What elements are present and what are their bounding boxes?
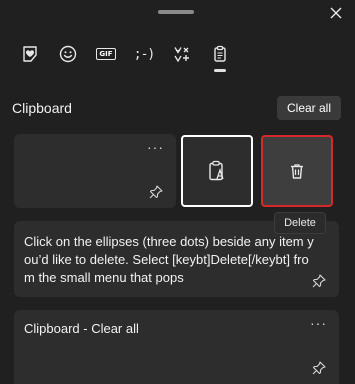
clipboard-item[interactable]: Clipboard - Clear all ···	[14, 310, 339, 384]
more-options-button[interactable]: ···	[147, 140, 164, 154]
heart-sticker-icon	[23, 46, 37, 62]
pin-icon	[312, 361, 326, 375]
clipboard-item[interactable]: ···	[14, 134, 176, 208]
more-options-button[interactable]: ···	[310, 316, 327, 330]
tab-clipboard[interactable]	[204, 40, 236, 72]
tab-bar: GIF ;-)	[14, 40, 236, 72]
smiley-icon	[59, 45, 77, 63]
tab-symbols[interactable]	[166, 40, 198, 68]
drag-handle[interactable]	[158, 10, 194, 14]
tab-emoji[interactable]	[52, 40, 84, 68]
pin-button[interactable]	[311, 360, 327, 376]
delete-button[interactable]	[261, 135, 333, 207]
clipboard-item-text: Clipboard - Clear all	[24, 321, 139, 336]
kaomoji-icon: ;-)	[133, 46, 156, 62]
trash-icon	[291, 164, 303, 179]
paste-text-icon	[209, 160, 224, 181]
clipboard-item-text: Click on the ellipses (three dots) besid…	[24, 234, 314, 285]
pin-button[interactable]	[148, 184, 164, 200]
tab-favorites[interactable]	[14, 40, 46, 68]
clipboard-icon	[214, 45, 226, 62]
tab-kaomoji[interactable]: ;-)	[128, 40, 160, 68]
close-button[interactable]	[325, 2, 347, 24]
symbols-icon	[174, 47, 189, 63]
tab-gif[interactable]: GIF	[90, 40, 122, 68]
pin-icon	[149, 185, 163, 199]
delete-tooltip: Delete	[274, 212, 326, 234]
clipboard-title: Clipboard	[12, 100, 72, 116]
close-icon	[330, 7, 342, 19]
gif-icon: GIF	[96, 48, 116, 60]
clear-all-button[interactable]: Clear all	[277, 96, 341, 120]
pin-button[interactable]	[311, 273, 327, 289]
pin-icon	[312, 274, 326, 288]
paste-as-text-button[interactable]	[181, 135, 253, 207]
